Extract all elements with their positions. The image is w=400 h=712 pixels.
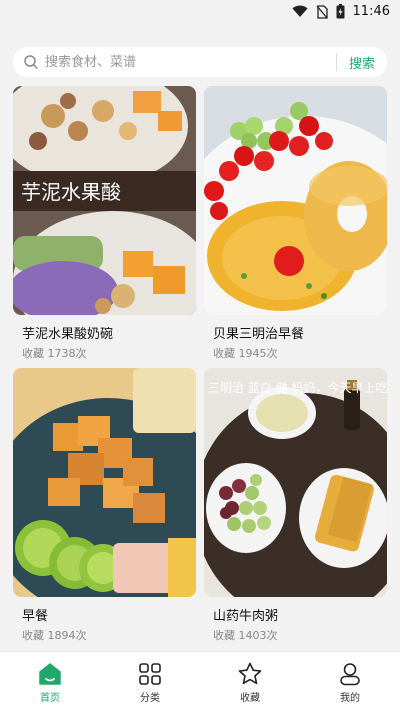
image-overlay-text: 芋泥水果酸	[21, 180, 121, 204]
home-icon	[39, 662, 61, 685]
recipe-card[interactable]: 三明治 蓝白 健 妈妈，今天早上吃的 山药牛肉粥 收藏 1403次	[204, 368, 387, 643]
tab-label: 收藏	[240, 692, 260, 704]
search-button[interactable]: 搜索	[337, 53, 387, 72]
tab-label: 我的	[340, 692, 360, 704]
recipe-card[interactable]: 芋泥水果酸 芋泥水果酸奶碗 收藏 1738次	[13, 86, 196, 361]
tab-label: 分类	[140, 692, 160, 704]
recipe-card[interactable]: 早餐 收藏 1894次	[13, 368, 196, 643]
user-icon	[340, 662, 360, 685]
status-time: 11:46	[352, 4, 390, 19]
tab-category[interactable]: 分类	[100, 652, 200, 712]
grid-icon	[139, 662, 161, 685]
status-bar: 11:46	[0, 0, 400, 24]
search-input[interactable]	[39, 47, 336, 77]
recipe-image	[13, 368, 196, 597]
status-icons: 11:46	[292, 4, 390, 19]
recipe-image	[204, 86, 387, 315]
star-icon	[238, 662, 262, 684]
bottom-tab-bar: 首页 分类 收藏 我的	[0, 651, 400, 712]
tab-label: 首页	[40, 692, 60, 704]
recipe-title: 贝果三明治早餐	[213, 327, 305, 342]
recipe-grid: 芋泥水果酸 芋泥水果酸奶碗 收藏 1738次 贝果三明治早餐 收藏 1945次 …	[0, 86, 400, 651]
no-sim-icon	[316, 4, 328, 19]
recipe-title: 山药牛肉粥	[213, 609, 279, 624]
recipe-image: 芋泥水果酸	[13, 86, 196, 315]
recipe-image: 三明治 蓝白 健 妈妈，今天早上吃的	[204, 368, 387, 597]
recipe-favorites-count: 收藏 1738次	[22, 347, 87, 360]
tab-favorites[interactable]: 收藏	[200, 652, 300, 712]
recipe-title: 芋泥水果酸奶碗	[22, 327, 114, 342]
search-icon	[24, 55, 38, 69]
search-bar: 搜索	[13, 47, 387, 77]
tab-profile[interactable]: 我的	[300, 652, 400, 712]
recipe-title: 早餐	[22, 609, 49, 624]
recipe-favorites-count: 收藏 1403次	[213, 629, 278, 642]
recipe-favorites-count: 收藏 1894次	[22, 629, 87, 642]
recipe-card[interactable]: 贝果三明治早餐 收藏 1945次	[204, 86, 387, 361]
battery-icon	[336, 4, 345, 19]
tab-home[interactable]: 首页	[0, 652, 100, 712]
image-overlay-text: 三明治 蓝白 健 妈妈，今天早上吃的	[208, 380, 387, 395]
recipe-favorites-count: 收藏 1945次	[213, 347, 278, 360]
wifi-icon	[292, 5, 308, 17]
